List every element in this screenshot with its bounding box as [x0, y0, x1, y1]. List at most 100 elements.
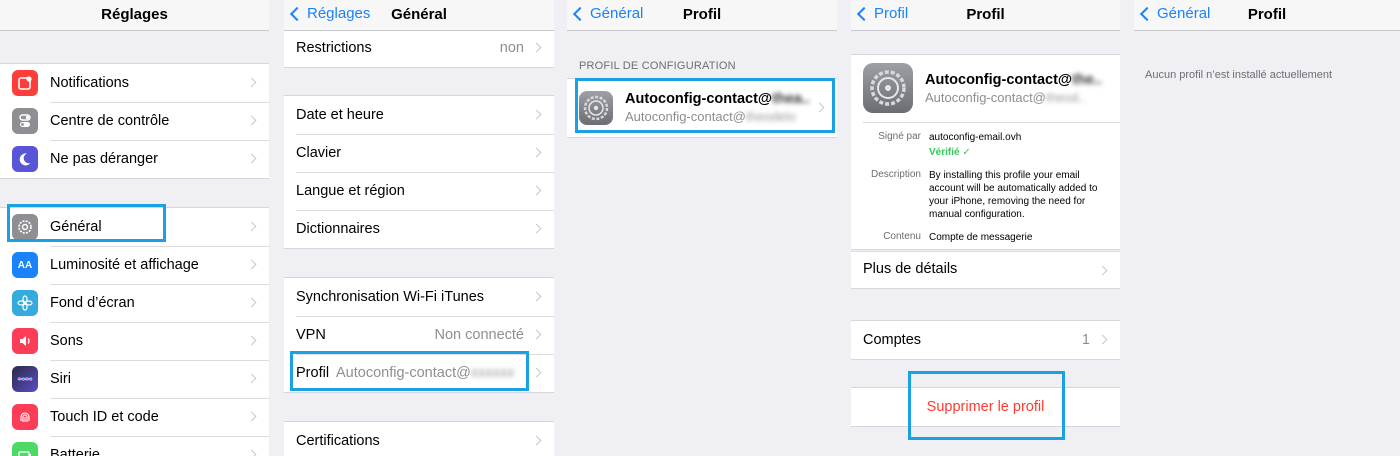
profile-subtitle-text: Autoconfig-contact@ — [925, 90, 1046, 105]
general-group-2: Date et heure Clavier Langue et région D… — [284, 95, 554, 249]
general-item-label: Clavier — [296, 145, 342, 161]
settings-item-control-center[interactable]: Centre de contrôle — [0, 102, 269, 140]
chevron-right-icon — [1097, 265, 1108, 276]
chevron-right-icon — [246, 373, 257, 384]
chevron-right-icon — [246, 411, 257, 422]
more-details-row[interactable]: Plus de détails — [851, 251, 1120, 289]
chevron-right-icon — [246, 221, 257, 232]
chevron-right-icon — [531, 291, 542, 302]
control-center-icon — [12, 108, 38, 134]
highlight-box — [575, 78, 835, 133]
wallpaper-icon — [12, 290, 38, 316]
general-item-label: Synchronisation Wi-Fi iTunes — [296, 289, 485, 305]
settings-item-do-not-disturb[interactable]: Ne pas déranger — [0, 140, 269, 178]
settings-item-siri[interactable]: Siri — [0, 360, 269, 398]
section-header: PROFIL DE CONFIGURATION — [579, 60, 736, 72]
chevron-right-icon — [531, 42, 542, 53]
display-icon: AA — [12, 252, 38, 278]
chevron-right-icon — [1097, 334, 1108, 345]
chevron-right-icon — [246, 335, 257, 346]
page-title: Profil — [1247, 6, 1287, 23]
settings-item-label: Batterie — [50, 447, 100, 456]
content-label: Contenu — [883, 231, 921, 242]
redacted-text: the.. — [1072, 72, 1102, 88]
divider — [863, 122, 1120, 123]
general-group-4: Certifications — [284, 421, 554, 456]
profile-empty-panel: Général Profil Aucun profil n’est instal… — [1134, 0, 1400, 456]
general-item-label: VPN — [296, 327, 326, 343]
accounts-count: 1 — [1081, 332, 1090, 348]
chevron-right-icon — [531, 435, 542, 446]
navbar: Profil Profil — [851, 0, 1120, 31]
chevron-right-icon — [531, 109, 542, 120]
settings-item-battery[interactable]: Batterie — [0, 436, 269, 456]
chevron-right-icon — [531, 329, 542, 340]
profile-text: Autoconfig-contact@the.. Autoconfig-cont… — [925, 71, 1102, 107]
general-item-label: Date et heure — [296, 107, 384, 123]
settings-item-label: Ne pas déranger — [50, 151, 159, 167]
profile-detail-panel: Profil Profil Autoconfig-contact@the.. A… — [851, 0, 1120, 456]
settings-group-2: Général AA Luminosité et affichage Fond … — [0, 207, 269, 456]
settings-item-wallpaper[interactable]: Fond d’écran — [0, 284, 269, 322]
general-item-label: Dictionnaires — [296, 221, 380, 237]
chevron-right-icon — [246, 449, 257, 456]
settings-item-display[interactable]: AA Luminosité et affichage — [0, 246, 269, 284]
profile-subtitle: Autoconfig-contact@theod.. — [925, 89, 1102, 107]
notifications-icon — [12, 70, 38, 96]
general-item-certifications[interactable]: Certifications — [284, 422, 554, 456]
description-value: By installing this profile your email ac… — [929, 170, 1098, 220]
general-item-date-time[interactable]: Date et heure — [284, 96, 554, 134]
settings-item-label: Centre de contrôle — [50, 113, 170, 129]
description-label: Description — [870, 169, 921, 180]
settings-item-label: Touch ID et code — [50, 409, 159, 425]
highlight-box — [7, 204, 166, 242]
highlight-box — [290, 351, 529, 391]
settings-item-notifications[interactable]: Notifications — [0, 64, 269, 102]
more-details-label: Plus de détails — [863, 261, 958, 277]
general-item-vpn[interactable]: VPN Non connecté — [284, 316, 554, 354]
page-title: Général — [391, 6, 447, 23]
general-item-value: Non connecté — [434, 327, 524, 343]
general-item-label: Restrictions — [296, 40, 372, 56]
content-value: Compte de messagerie — [929, 232, 1033, 243]
general-group-1: Restrictions non — [284, 29, 554, 68]
settings-item-sounds[interactable]: Sons — [0, 322, 269, 360]
empty-state-message: Aucun profil n’est installé actuellement — [1145, 69, 1333, 81]
page-title: Profil — [682, 6, 722, 23]
profile-list-panel: Général Profil PROFIL DE CONFIGURATION A… — [567, 0, 837, 456]
accounts-label: Comptes — [863, 332, 922, 348]
navbar: Général Profil — [567, 0, 837, 31]
general-item-restrictions[interactable]: Restrictions non — [284, 29, 554, 67]
profile-name: Autoconfig-contact@the.. — [925, 71, 1102, 89]
settings-gear-icon — [863, 63, 913, 113]
general-item-wifi-sync[interactable]: Synchronisation Wi-Fi iTunes — [284, 278, 554, 316]
checkmark-icon: ✓ — [962, 147, 971, 158]
general-panel: Restrictions non Date et heure Clavier L… — [284, 0, 554, 456]
verified-text: Vérifié — [929, 147, 960, 158]
general-item-label: Langue et région — [296, 183, 405, 199]
signed-by-value: autoconfig-email.ovh — [929, 132, 1022, 143]
general-item-language-region[interactable]: Langue et région — [284, 172, 554, 210]
general-item-keyboard[interactable]: Clavier — [284, 134, 554, 172]
navbar: Réglages — [0, 0, 269, 31]
settings-item-touch-id[interactable]: Touch ID et code — [0, 398, 269, 436]
chevron-right-icon — [246, 297, 257, 308]
chevron-right-icon — [531, 223, 542, 234]
page-title: Profil — [966, 6, 1005, 23]
navbar: Réglages Général — [284, 0, 554, 31]
chevron-right-icon — [246, 153, 257, 164]
settings-item-label: Luminosité et affichage — [50, 257, 199, 273]
accounts-group: Comptes 1 — [851, 320, 1120, 360]
general-item-dictionaries[interactable]: Dictionnaires — [284, 210, 554, 248]
profile-name-text: Autoconfig-contact@ — [925, 72, 1073, 88]
speaker-icon — [12, 328, 38, 354]
chevron-right-icon — [246, 259, 257, 270]
settings-item-label: Siri — [50, 371, 71, 387]
accounts-row[interactable]: Comptes 1 — [851, 321, 1120, 359]
general-item-label: Certifications — [296, 433, 380, 449]
profile-header — [863, 63, 913, 113]
settings-group-1: Notifications Centre de contrôle Ne pas … — [0, 63, 269, 179]
signed-by-label: Signé par — [878, 131, 921, 142]
settings-item-label: Sons — [50, 333, 84, 349]
moon-icon — [12, 146, 38, 172]
